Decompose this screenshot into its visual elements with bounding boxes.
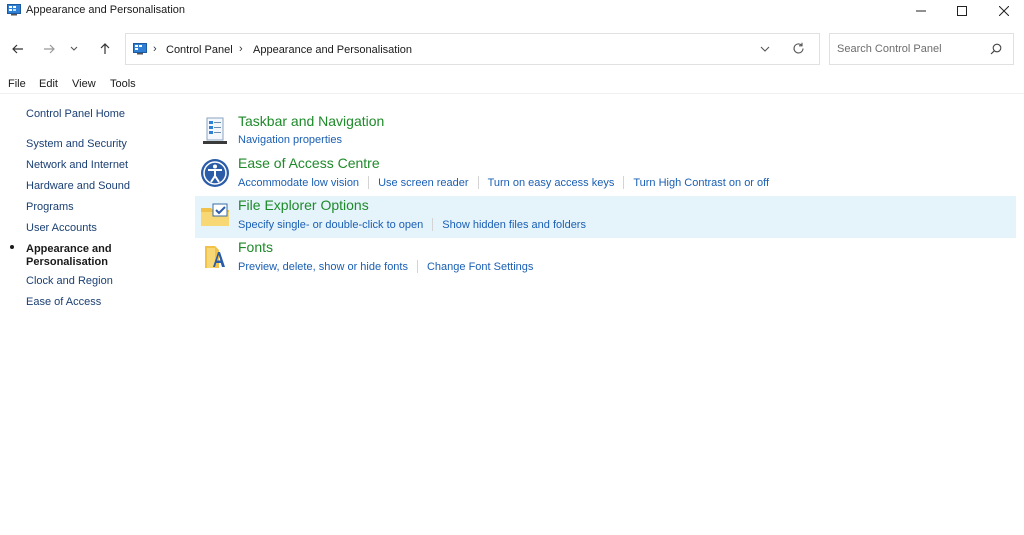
sidebar-item-appearance-current: Appearance and Personalisation (26, 243, 112, 268)
link-divider (477, 176, 479, 189)
link-high-contrast[interactable]: Turn High Contrast on or off (633, 177, 769, 189)
window-title: Appearance and Personalisation (26, 4, 186, 16)
link-show-hidden-files[interactable]: Show hidden files and folders (442, 219, 586, 231)
menu-file[interactable]: File (8, 78, 26, 90)
menu-bar: File Edit View Tools (0, 76, 1024, 94)
link-use-screen-reader[interactable]: Use screen reader (378, 177, 469, 189)
chevron-down-icon (760, 46, 770, 52)
back-arrow-icon (12, 44, 23, 54)
maximize-icon (957, 6, 967, 16)
close-icon (999, 6, 1009, 16)
sidebar-item-clock-and-region[interactable]: Clock and Region (26, 275, 113, 287)
category-title[interactable]: Taskbar and Navigation (238, 113, 384, 129)
close-button[interactable] (985, 0, 1023, 22)
link-divider (432, 218, 434, 231)
breadcrumb-current[interactable]: Appearance and Personalisation (253, 44, 412, 56)
category-taskbar-and-navigation: Taskbar and Navigation Navigation proper… (195, 112, 1016, 154)
maximize-button[interactable] (943, 0, 981, 22)
back-button[interactable] (7, 38, 29, 60)
category-ease-of-access-centre: Ease of Access Centre Accommodate low vi… (195, 154, 1016, 196)
link-preview-fonts[interactable]: Preview, delete, show or hide fonts (238, 261, 408, 273)
sidebar-item-ease-of-access[interactable]: Ease of Access (26, 296, 101, 308)
fonts-icon (205, 246, 225, 268)
menu-view[interactable]: View (72, 78, 96, 90)
category-title[interactable]: Ease of Access Centre (238, 155, 380, 171)
breadcrumb-separator-icon: › (239, 43, 243, 55)
sidebar-item-system-and-security[interactable]: System and Security (26, 138, 127, 150)
forward-button[interactable] (38, 38, 60, 60)
taskbar-icon (203, 117, 227, 144)
category-file-explorer-options: File Explorer Options Specify single- or… (195, 196, 1016, 238)
folder-options-icon (201, 203, 229, 226)
recent-locations-button[interactable] (66, 38, 82, 60)
link-single-double-click[interactable]: Specify single- or double-click to open (238, 219, 423, 231)
minimize-button[interactable] (902, 0, 940, 22)
category-title[interactable]: File Explorer Options (238, 197, 369, 213)
link-divider (368, 176, 370, 189)
breadcrumb-separator-icon: › (153, 43, 157, 55)
refresh-button[interactable] (792, 42, 805, 58)
link-divider (623, 176, 625, 189)
ease-of-access-icon (201, 159, 229, 187)
up-button[interactable] (94, 38, 116, 60)
current-item-bullet-icon (10, 245, 14, 249)
address-dropdown-button[interactable] (760, 42, 770, 59)
category-fonts: Fonts Preview, delete, show or hide font… (195, 238, 1016, 280)
chevron-down-icon (70, 46, 78, 51)
search-box[interactable] (829, 33, 1014, 65)
link-turn-on-easy-access-keys[interactable]: Turn on easy access keys (488, 177, 615, 189)
category-links: Preview, delete, show or hide fonts Chan… (238, 260, 533, 273)
link-divider (416, 260, 418, 273)
category-title[interactable]: Fonts (238, 239, 273, 255)
breadcrumb-control-panel[interactable]: Control Panel (166, 44, 233, 56)
control-panel-icon (7, 4, 21, 16)
title-bar: Appearance and Personalisation (0, 0, 1024, 22)
menu-edit[interactable]: Edit (39, 78, 58, 90)
sidebar-item-programs[interactable]: Programs (26, 201, 74, 213)
up-arrow-icon (100, 43, 110, 54)
sidebar-item-user-accounts[interactable]: User Accounts (26, 222, 97, 234)
forward-arrow-icon (44, 44, 55, 54)
link-change-font-settings[interactable]: Change Font Settings (427, 261, 533, 273)
search-input[interactable] (837, 43, 982, 55)
sidebar-item-network-and-internet[interactable]: Network and Internet (26, 159, 128, 171)
sidebar-home-link[interactable]: Control Panel Home (26, 108, 125, 120)
category-links: Navigation properties (238, 134, 342, 146)
search-icon[interactable] (990, 43, 1002, 58)
refresh-icon (793, 42, 804, 54)
address-bar[interactable]: › Control Panel › Appearance and Persona… (125, 33, 820, 65)
minimize-icon (916, 10, 926, 12)
link-navigation-properties[interactable]: Navigation properties (238, 134, 342, 146)
category-links: Accommodate low vision Use screen reader… (238, 176, 769, 189)
control-panel-icon (133, 43, 147, 55)
link-accommodate-low-vision[interactable]: Accommodate low vision (238, 177, 359, 189)
category-links: Specify single- or double-click to open … (238, 218, 586, 231)
menu-tools[interactable]: Tools (110, 78, 136, 90)
sidebar-item-hardware-and-sound[interactable]: Hardware and Sound (26, 180, 130, 192)
navigation-bar: › Control Panel › Appearance and Persona… (0, 32, 1024, 66)
